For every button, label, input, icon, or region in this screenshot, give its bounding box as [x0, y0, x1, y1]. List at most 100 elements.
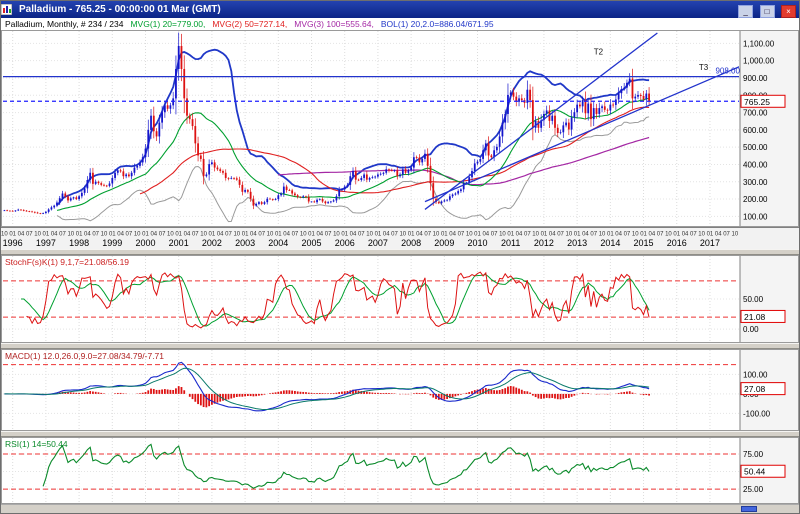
stochastic-panel[interactable]: 50.00 0.00 21.08: [1, 255, 799, 343]
rsi-panel[interactable]: 75.0050.0025.0050.44: [1, 437, 799, 504]
close-button[interactable]: ×: [781, 5, 796, 18]
svg-text:21.08: 21.08: [744, 312, 766, 322]
svg-text:10: 10: [233, 232, 240, 238]
rsi-legend: RSI(1) 14=50.44: [5, 439, 68, 449]
stochastic-legend: StochF(s)K(1) 9,1,7=21.08/56.19: [5, 257, 129, 267]
svg-text:2010: 2010: [468, 238, 488, 248]
svg-text:10: 10: [1, 232, 8, 238]
svg-text:50.44: 50.44: [744, 467, 766, 477]
svg-text:300.00: 300.00: [743, 178, 768, 187]
macd-panel[interactable]: 100.000.00-100.0027.08: [1, 349, 799, 431]
svg-text:07: 07: [325, 232, 332, 238]
scrollbar-thumb[interactable]: [741, 506, 757, 512]
svg-text:765.25: 765.25: [744, 97, 770, 107]
svg-text:07: 07: [458, 232, 465, 238]
svg-text:2002: 2002: [202, 238, 222, 248]
svg-text:07: 07: [225, 232, 232, 238]
svg-text:200.00: 200.00: [743, 195, 768, 204]
svg-text:1997: 1997: [36, 238, 56, 248]
svg-text:04: 04: [582, 232, 589, 238]
svg-text:2006: 2006: [335, 238, 355, 248]
svg-text:2011: 2011: [501, 238, 520, 248]
svg-text:01: 01: [574, 232, 581, 238]
svg-text:07: 07: [59, 232, 66, 238]
svg-text:07: 07: [126, 232, 133, 238]
svg-text:25.00: 25.00: [743, 485, 764, 494]
svg-text:01: 01: [9, 232, 16, 238]
svg-text:07: 07: [690, 232, 697, 238]
svg-text:900.00: 900.00: [743, 74, 768, 83]
macd-legend: MACD(1) 12.0,26.0,9.0=27.08/34.79/-7.71: [5, 351, 164, 361]
svg-text:0.00: 0.00: [743, 325, 759, 334]
svg-text:10: 10: [433, 232, 440, 238]
main-price-chart[interactable]: 1,100.001,000.00900.00800.00700.00600.00…: [1, 30, 799, 227]
svg-text:10: 10: [632, 232, 639, 238]
svg-text:10: 10: [333, 232, 340, 238]
maximize-button[interactable]: □: [760, 5, 775, 18]
horizontal-scrollbar[interactable]: [1, 504, 799, 513]
svg-text:500.00: 500.00: [743, 143, 768, 152]
svg-text:04: 04: [316, 232, 323, 238]
app-window: Palladium - 765.25 - 00:00:00 01 Mar (GM…: [0, 0, 800, 514]
svg-text:07: 07: [424, 232, 431, 238]
svg-text:01: 01: [175, 232, 182, 238]
svg-text:01: 01: [43, 232, 50, 238]
legend-mvg2: MVG(2) 50=727.14,: [212, 18, 287, 30]
svg-text:07: 07: [491, 232, 498, 238]
svg-text:10: 10: [565, 232, 572, 238]
svg-text:01: 01: [109, 232, 116, 238]
svg-text:2000: 2000: [135, 238, 155, 248]
svg-text:04: 04: [482, 232, 489, 238]
minimize-button[interactable]: _: [738, 5, 753, 18]
svg-text:04: 04: [84, 232, 91, 238]
svg-text:07: 07: [292, 232, 299, 238]
svg-text:1999: 1999: [102, 238, 122, 248]
titlebar[interactable]: Palladium - 765.25 - 00:00:00 01 Mar (GM…: [1, 1, 799, 18]
svg-text:2016: 2016: [667, 238, 687, 248]
svg-text:2014: 2014: [600, 238, 620, 248]
svg-text:01: 01: [408, 232, 415, 238]
svg-text:-100.00: -100.00: [743, 409, 771, 418]
svg-text:01: 01: [308, 232, 315, 238]
svg-text:04: 04: [383, 232, 390, 238]
svg-text:01: 01: [607, 232, 614, 238]
svg-text:1,100.00: 1,100.00: [743, 39, 775, 48]
svg-text:07: 07: [557, 232, 564, 238]
svg-text:04: 04: [682, 232, 689, 238]
svg-text:07: 07: [92, 232, 99, 238]
svg-text:2017: 2017: [700, 238, 720, 248]
svg-text:01: 01: [640, 232, 647, 238]
svg-text:10: 10: [167, 232, 174, 238]
svg-text:2009: 2009: [434, 238, 454, 248]
svg-text:10: 10: [732, 232, 739, 238]
svg-text:04: 04: [184, 232, 191, 238]
svg-text:07: 07: [590, 232, 597, 238]
svg-text:2001: 2001: [169, 238, 189, 248]
svg-text:100.00: 100.00: [743, 370, 768, 379]
legend-mvg3: MVG(3) 100=555.64,: [294, 18, 374, 30]
svg-text:75.00: 75.00: [743, 450, 764, 459]
svg-text:04: 04: [416, 232, 423, 238]
svg-text:01: 01: [209, 232, 216, 238]
svg-text:2012: 2012: [534, 238, 554, 248]
svg-text:01: 01: [474, 232, 481, 238]
svg-text:10: 10: [599, 232, 606, 238]
svg-text:01: 01: [375, 232, 382, 238]
svg-text:07: 07: [391, 232, 398, 238]
svg-text:50.00: 50.00: [743, 295, 764, 304]
svg-text:1998: 1998: [69, 238, 89, 248]
svg-text:10: 10: [399, 232, 406, 238]
svg-text:10: 10: [499, 232, 506, 238]
svg-text:07: 07: [723, 232, 730, 238]
window-title: Palladium - 765.25 - 00:00:00 01 Mar (GM…: [19, 4, 732, 15]
svg-text:600.00: 600.00: [743, 126, 768, 135]
svg-text:2015: 2015: [634, 238, 654, 248]
svg-text:07: 07: [26, 232, 33, 238]
svg-text:2008: 2008: [401, 238, 421, 248]
svg-text:10: 10: [300, 232, 307, 238]
svg-text:07: 07: [624, 232, 631, 238]
time-axis: 1001040710010407100104071001040710010407…: [1, 227, 799, 249]
svg-text:07: 07: [192, 232, 199, 238]
legend-instrument: Palladium, Monthly, # 234 / 234: [5, 18, 123, 30]
svg-text:908.00: 908.00: [715, 67, 740, 76]
